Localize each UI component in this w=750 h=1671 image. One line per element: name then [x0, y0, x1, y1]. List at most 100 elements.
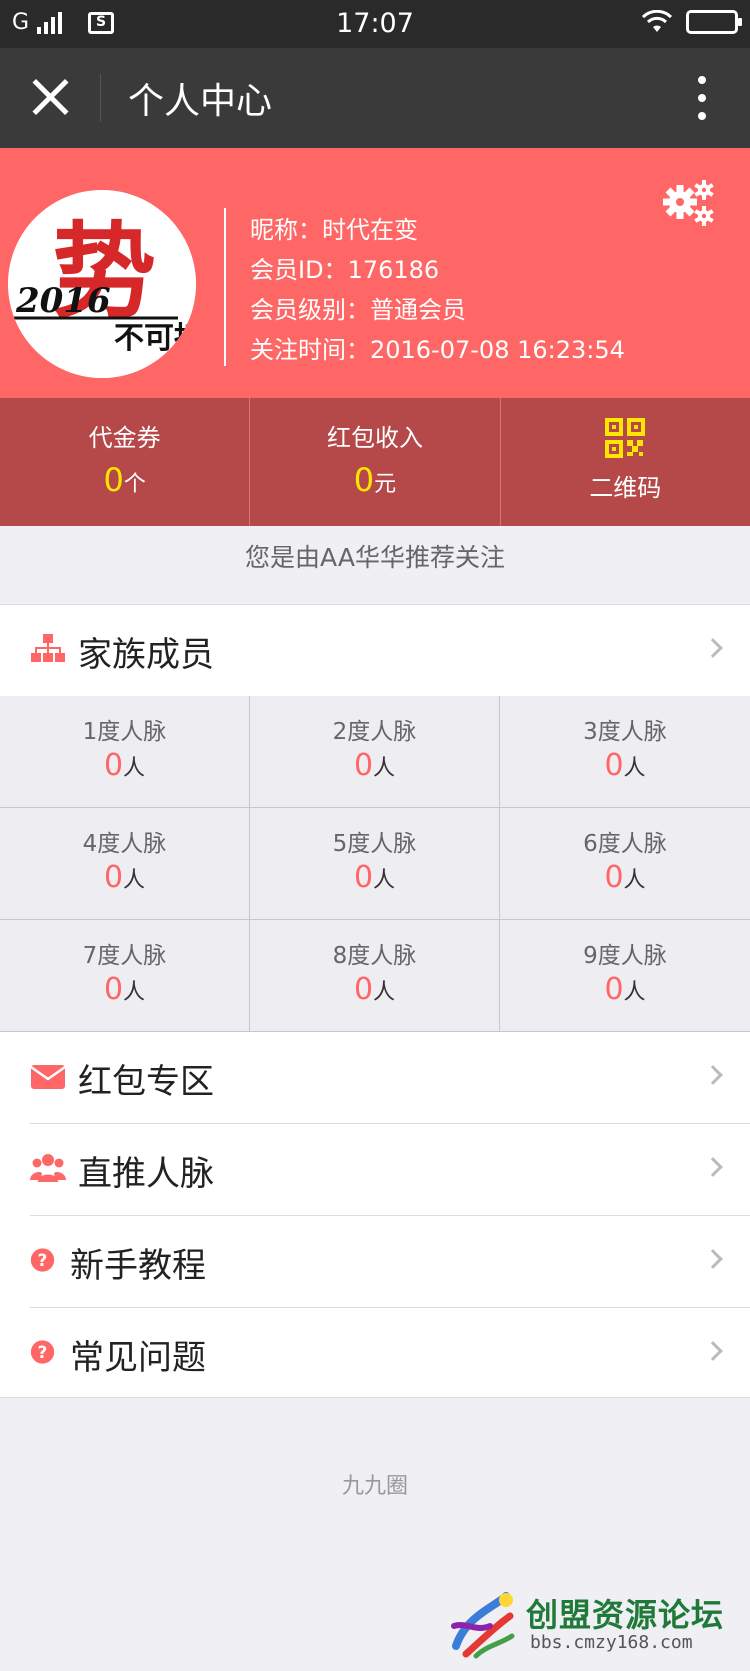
degree-cell[interactable]: 3度人脉 0人	[500, 696, 750, 808]
degree-value: 0人	[0, 748, 249, 783]
degree-value: 0人	[500, 748, 750, 783]
degree-cell[interactable]: 8度人脉 0人	[250, 920, 500, 1032]
users-icon	[30, 1154, 66, 1182]
degree-count: 0	[353, 748, 374, 783]
more-icon[interactable]	[698, 76, 706, 120]
menu-item-label: 常见问题	[70, 1338, 206, 1378]
degree-count: 0	[353, 972, 374, 1007]
nav-divider	[100, 74, 101, 122]
qrcode-label: 二维码	[589, 474, 662, 502]
settings-gear-icon[interactable]	[660, 178, 716, 228]
degree-unit: 人	[123, 980, 146, 1005]
degree-count: 0	[103, 972, 124, 1007]
degree-unit: 人	[123, 868, 146, 893]
degree-unit: 人	[623, 868, 646, 893]
network-degree-grid: 1度人脉 0人 2度人脉 0人 3度人脉 0人 4度人脉 0人 5度人脉 0人 6度人脉 0…	[0, 696, 750, 1032]
profile-divider	[224, 208, 226, 366]
sitemap-icon	[31, 634, 65, 662]
menu-item-tutorial[interactable]: ? 新手教程	[0, 1216, 750, 1308]
degree-unit: 人	[623, 756, 646, 781]
degree-count: 0	[604, 860, 624, 895]
watermark: 创盟资源论坛 bbs.cmzy168.com	[446, 1586, 736, 1662]
degree-cell[interactable]: 4度人脉 0人	[0, 808, 250, 920]
svg-text:?: ?	[38, 1343, 48, 1362]
status-right	[642, 10, 742, 34]
degree-value: 0人	[250, 748, 499, 783]
degree-value: 0人	[250, 972, 499, 1007]
watermark-url: bbs.cmzy168.com	[530, 1632, 693, 1653]
degree-count: 0	[353, 860, 374, 895]
degree-unit: 人	[623, 980, 646, 1005]
chevron-right-icon	[703, 1065, 723, 1085]
degree-label: 1度人脉	[82, 719, 167, 745]
menu-item-faq[interactable]: ? 常见问题	[0, 1308, 750, 1400]
member-level: 会员级别：普通会员	[250, 296, 466, 324]
menu-list: 红包专区 直推人脉 ? 新手教程 ? 常见问题	[0, 1032, 750, 1398]
degree-cell[interactable]: 9度人脉 0人	[500, 920, 750, 1032]
qrcode-icon	[605, 418, 646, 458]
voucher-value: 0个	[0, 461, 249, 499]
degree-cell[interactable]: 2度人脉 0人	[250, 696, 500, 808]
redpacket-label: 红包收入	[326, 424, 423, 452]
degree-unit: 人	[373, 756, 396, 781]
degree-value: 0人	[250, 860, 499, 895]
member-id: 会员ID：176186	[250, 256, 440, 284]
profile-header: 势 2016 不可挡 昵称：时代在变 会员ID：176186 会员级别：普通会员…	[0, 148, 750, 398]
degree-label: 9度人脉	[583, 943, 667, 969]
battery-icon	[686, 10, 742, 34]
redpacket-stat[interactable]: 红包收入 0元	[250, 398, 501, 526]
svg-text:?: ?	[38, 1251, 48, 1270]
chevron-right-icon	[703, 1341, 723, 1361]
footer-brand: 九九圈	[341, 1474, 408, 1499]
menu-item-direct-referrals[interactable]: 直推人脉	[0, 1124, 750, 1216]
redpacket-amount: 0	[353, 461, 375, 499]
degree-unit: 人	[373, 980, 396, 1005]
watermark-title: 创盟资源论坛	[526, 1596, 725, 1634]
qrcode-stat[interactable]: 二维码	[501, 398, 750, 526]
degree-count: 0	[103, 748, 124, 783]
follow-time: 关注时间：2016-07-08 16:23:54	[250, 336, 625, 364]
close-icon[interactable]	[28, 74, 74, 120]
degree-label: 3度人脉	[583, 719, 667, 745]
watermark-logo-icon	[451, 1592, 515, 1659]
menu-item-label: 新手教程	[70, 1246, 206, 1286]
degree-count: 0	[604, 972, 624, 1007]
degree-unit: 人	[373, 868, 396, 893]
status-bar: G S 17:07	[0, 0, 750, 48]
voucher-unit: 个	[123, 472, 146, 497]
voucher-stat[interactable]: 代金券 0个	[0, 398, 251, 526]
avatar[interactable]: 势 2016 不可挡	[8, 190, 196, 378]
degree-unit: 人	[123, 756, 146, 781]
degree-label: 5度人脉	[332, 831, 417, 857]
question-icon: ?	[30, 1340, 55, 1364]
nav-bar: 个人中心	[0, 48, 750, 148]
degree-count: 0	[103, 860, 124, 895]
redpacket-unit: 元	[374, 472, 397, 497]
degree-cell[interactable]: 6度人脉 0人	[500, 808, 750, 920]
voucher-label: 代金券	[88, 424, 161, 452]
profile-info: 昵称：时代在变 会员ID：176186 会员级别：普通会员 关注时间：2016-…	[250, 210, 625, 370]
nickname: 昵称：时代在变	[250, 216, 418, 244]
family-members-row[interactable]: 家族成员	[0, 604, 750, 696]
degree-cell[interactable]: 5度人脉 0人	[250, 808, 500, 920]
chevron-right-icon	[703, 1157, 723, 1177]
wifi-icon	[642, 10, 672, 32]
chevron-right-icon	[703, 1249, 723, 1269]
voucher-count: 0	[103, 461, 124, 499]
degree-value: 0人	[500, 860, 750, 895]
envelope-icon	[30, 1065, 66, 1089]
degree-value: 0人	[0, 860, 249, 895]
degree-value: 0人	[0, 972, 249, 1007]
chevron-right-icon	[703, 638, 723, 658]
degree-cell[interactable]: 1度人脉 0人	[0, 696, 250, 808]
degree-label: 2度人脉	[332, 719, 417, 745]
redpacket-value: 0元	[250, 461, 499, 499]
degree-label: 6度人脉	[583, 831, 667, 857]
status-time: 17:07	[336, 8, 414, 39]
degree-cell[interactable]: 7度人脉 0人	[0, 920, 250, 1032]
menu-item-redpacket[interactable]: 红包专区	[0, 1032, 750, 1124]
menu-item-label: 红包专区	[78, 1062, 214, 1102]
avatar-logo: 势 2016 不可挡	[8, 190, 196, 378]
degree-label: 4度人脉	[82, 831, 167, 857]
degree-count: 0	[604, 748, 624, 783]
